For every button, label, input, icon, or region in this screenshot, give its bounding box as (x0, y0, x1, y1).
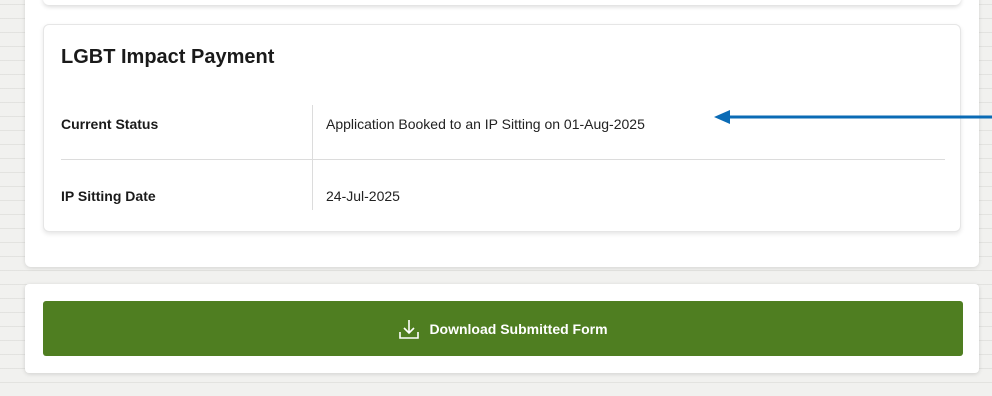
current-status-value: Application Booked to an IP Sitting on 0… (326, 116, 645, 132)
column-divider (312, 105, 313, 159)
download-icon (399, 319, 420, 339)
arrow-left-icon (714, 110, 992, 124)
download-button-label: Download Submitted Form (429, 320, 608, 337)
current-status-label: Current Status (61, 116, 159, 132)
download-submitted-form-button[interactable]: Download Submitted Form (43, 301, 963, 356)
card-title: LGBT Impact Payment (61, 46, 275, 68)
row-divider (61, 159, 945, 160)
previous-card-edge (43, 0, 961, 5)
column-divider (312, 160, 313, 210)
ip-sitting-date-label: IP Sitting Date (61, 188, 156, 204)
ip-sitting-date-value: 24-Jul-2025 (326, 188, 400, 204)
download-panel: Download Submitted Form (25, 284, 979, 373)
lgbt-impact-payment-card: LGBT Impact Payment Current Status Appli… (43, 24, 961, 232)
